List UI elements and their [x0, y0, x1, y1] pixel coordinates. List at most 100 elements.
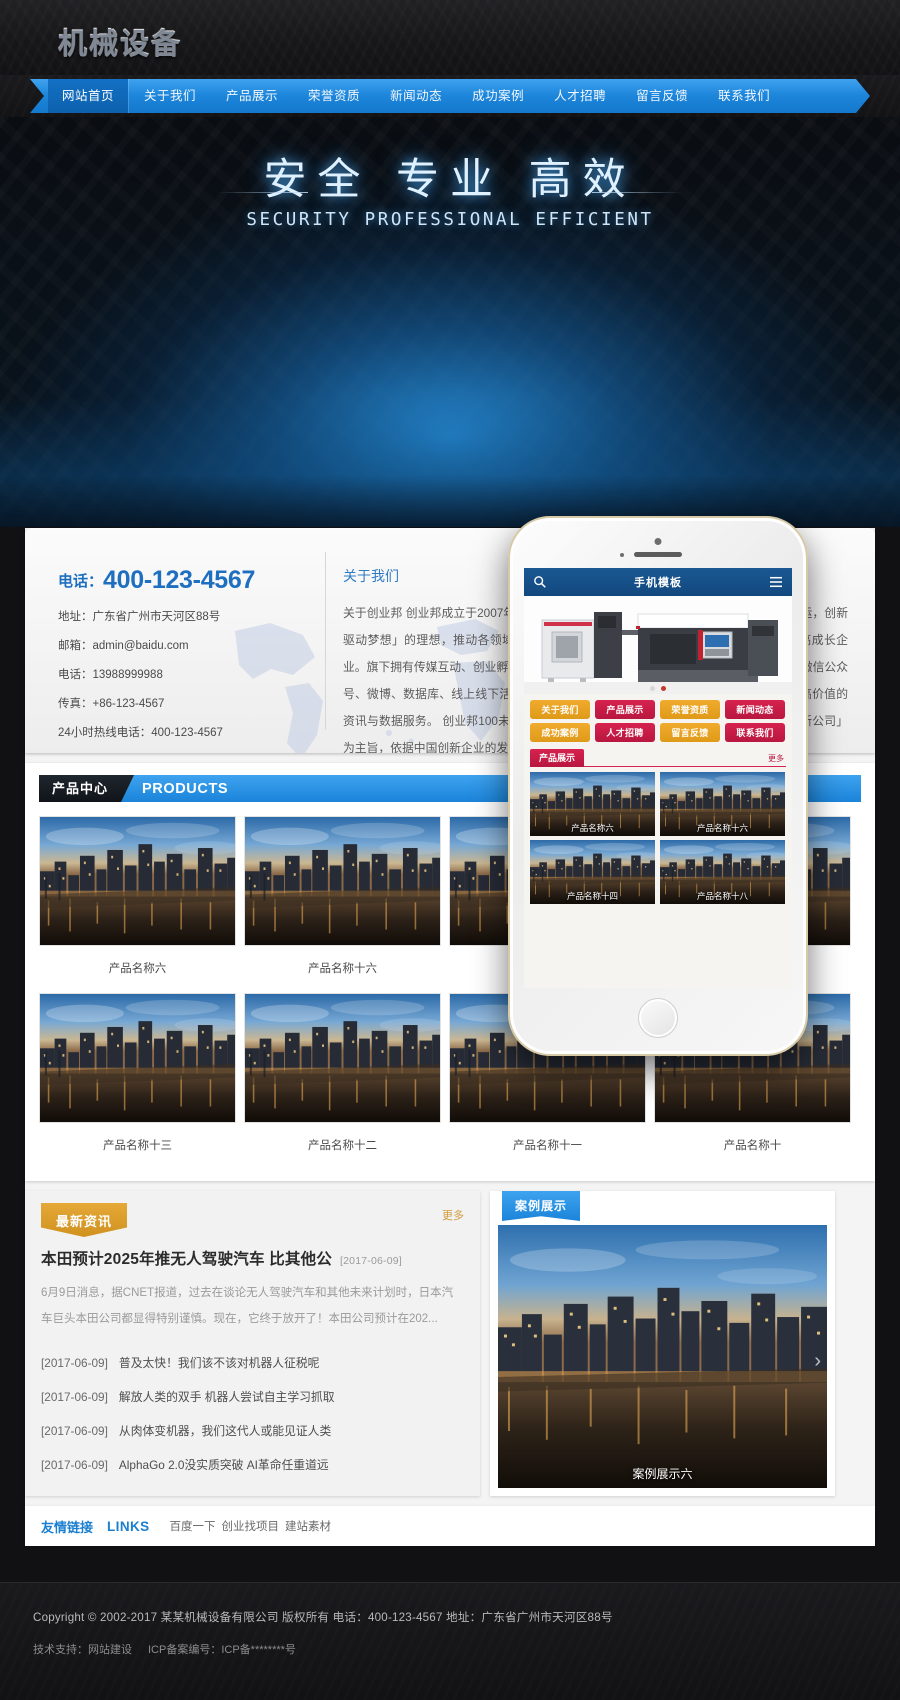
- hero-title-en: SECURITY PROFESSIONAL EFFICIENT: [246, 210, 654, 230]
- product-card[interactable]: 产品名称十六: [244, 816, 441, 986]
- news-featured[interactable]: 本田预计2025年推无人驾驶汽车 比其他公 [2017-06-09] 6月9日消息…: [41, 1247, 464, 1332]
- contact-phone-label: 电话：: [58, 573, 104, 590]
- panel-divider: [325, 552, 326, 730]
- links-items: 百度一下 创业找项目 建站素材: [164, 1517, 332, 1535]
- news-list-item[interactable]: [2017-06-09] AlphaGo 2.0没实质突破 AI革命任重道远: [41, 1448, 464, 1482]
- main-navigation: 网站首页 关于我们 产品展示 荣誉资质 新闻动态 成功案例 人才招聘 留言反馈 联系我们: [0, 75, 900, 117]
- case-tag: 案例展示: [502, 1191, 581, 1221]
- news-list: [2017-06-09] 普及太快！我们该不该对机器人征税呢 [2017-06-09…: [41, 1346, 464, 1482]
- site-header: 机械设备: [0, 0, 900, 75]
- product-name: 产品名称十一: [513, 1140, 582, 1152]
- product-name: 产品名称十: [723, 1140, 782, 1152]
- nav-item-8[interactable]: 留言反馈: [621, 79, 703, 113]
- news-more-link[interactable]: 更多: [442, 1207, 464, 1223]
- friendly-link-2[interactable]: 创业找项目: [222, 1521, 280, 1533]
- phone-product-item[interactable]: 产品名称十四: [530, 840, 655, 904]
- news-item-title[interactable]: AlphaGo 2.0没实质突破 AI革命任重道远: [119, 1458, 329, 1472]
- phone-header: 手机模板: [524, 568, 792, 596]
- phone-button-1[interactable]: 关于我们: [530, 700, 590, 719]
- news-list-item[interactable]: [2017-06-09] 解放人类的双手 机器人尝试自主学习抓取: [41, 1380, 464, 1414]
- nav-item-2[interactable]: 关于我们: [129, 79, 211, 113]
- products-title-cn: 产品中心: [39, 775, 134, 802]
- phone-carousel-dots[interactable]: [650, 686, 666, 691]
- phone-button-2[interactable]: 产品展示: [595, 700, 655, 719]
- phone-button-6[interactable]: 人才招聘: [595, 723, 655, 742]
- phone-section-more[interactable]: 更多: [768, 753, 786, 764]
- footer-support-label: 技术支持：: [33, 1644, 88, 1656]
- news-featured-title[interactable]: 本田预计2025年推无人驾驶汽车 比其他公: [41, 1251, 332, 1268]
- news-item-title[interactable]: 普及太快！我们该不该对机器人征税呢: [119, 1356, 320, 1370]
- nav-item-4[interactable]: 荣誉资质: [293, 79, 375, 113]
- news-featured-desc: 6月9日消息，据CNET报道，过去在谈论无人驾驶汽车和其他未来计划时，日本汽车巨…: [41, 1287, 454, 1325]
- hero-banner: 安全 专业 高效 SECURITY PROFESSIONAL EFFICIENT: [0, 117, 900, 527]
- phone-product-item[interactable]: 产品名称六: [530, 772, 655, 836]
- friendly-link-1[interactable]: 百度一下: [170, 1521, 216, 1533]
- phone-product-item[interactable]: 产品名称十八: [660, 840, 785, 904]
- carousel-dot[interactable]: [650, 686, 655, 691]
- product-card[interactable]: 产品名称十三: [39, 993, 236, 1163]
- contact-phone-line: 电话：400-123-4567: [58, 566, 313, 595]
- footer-support-link[interactable]: 网站建设: [88, 1644, 132, 1656]
- phone-quick-buttons: 关于我们 产品展示 荣誉资质 新闻动态成功案例 人才招聘 留言反馈 联系我们: [524, 694, 792, 746]
- city-photo-graphic: [245, 994, 440, 1122]
- contact-row-4: 传真：+86-123-4567: [58, 698, 165, 710]
- phone-title: 手机模板: [634, 577, 682, 589]
- news-featured-date: [2017-06-09]: [340, 1255, 402, 1267]
- nav-item-1[interactable]: 网站首页: [48, 79, 129, 113]
- links-title-cn: 友情链接: [41, 1519, 94, 1535]
- case-section: 案例展示 案例展示六 ›: [490, 1191, 835, 1496]
- news-item-date: [2017-06-09]: [41, 1424, 108, 1438]
- carousel-dot-active[interactable]: [661, 686, 666, 691]
- hero-text-block: 安全 专业 高效 SECURITY PROFESSIONAL EFFICIENT: [0, 145, 900, 230]
- contact-row-3: 电话：13988999988: [58, 669, 163, 681]
- phone-button-8[interactable]: 联系我们: [725, 723, 785, 742]
- menu-icon[interactable]: [768, 574, 784, 590]
- phone-home-button[interactable]: [638, 998, 678, 1038]
- product-thumbnail[interactable]: [39, 816, 236, 946]
- product-card[interactable]: 产品名称十二: [244, 993, 441, 1163]
- contact-phone-number[interactable]: 400-123-4567: [103, 566, 255, 594]
- nav-item-6[interactable]: 成功案例: [457, 79, 539, 113]
- phone-button-7[interactable]: 留言反馈: [660, 723, 720, 742]
- product-name: 产品名称十六: [308, 963, 377, 975]
- phone-section-bar: 产品展示 更多: [530, 749, 786, 767]
- phone-hero-banner[interactable]: [524, 596, 792, 694]
- phone-product-name: 产品名称十八: [696, 891, 748, 901]
- search-icon[interactable]: [532, 574, 548, 590]
- product-thumbnail[interactable]: [244, 816, 441, 946]
- news-item-title[interactable]: 解放人类的双手 机器人尝试自主学习抓取: [119, 1390, 335, 1404]
- product-name: 产品名称六: [108, 963, 167, 975]
- nav-item-5[interactable]: 新闻动态: [375, 79, 457, 113]
- product-thumbnail[interactable]: [39, 993, 236, 1123]
- news-section: 最新资讯 更多 本田预计2025年推无人驾驶汽车 比其他公 [2017-06-09…: [25, 1191, 480, 1496]
- product-name: 产品名称十三: [103, 1140, 172, 1152]
- hero-rule-right: [592, 192, 682, 193]
- phone-button-5[interactable]: 成功案例: [530, 723, 590, 742]
- product-thumbnail[interactable]: [244, 993, 441, 1123]
- links-title-en: LINKS: [107, 1518, 150, 1534]
- friendly-link-3[interactable]: 建站素材: [285, 1521, 331, 1533]
- news-item-title[interactable]: 从肉体变机器，我们这代人或能见证人类: [119, 1424, 331, 1438]
- contact-row-1: 地址：广东省广州市天河区88号: [58, 611, 221, 623]
- site-logo[interactable]: 机械设备: [58, 20, 182, 62]
- news-list-item[interactable]: [2017-06-09] 从肉体变机器，我们这代人或能见证人类: [41, 1414, 464, 1448]
- phone-button-4[interactable]: 新闻动态: [725, 700, 785, 719]
- nav-item-9[interactable]: 联系我们: [703, 79, 785, 113]
- phone-screen: 手机模板 关于我们 产品展示 荣誉资质 新闻动态 成功案例 人才招聘 留言反馈 …: [524, 568, 792, 988]
- nav-item-3[interactable]: 产品展示: [211, 79, 293, 113]
- product-name: 产品名称十二: [308, 1140, 377, 1152]
- case-next-arrow-icon[interactable]: ›: [814, 1350, 821, 1373]
- products-title-en: PRODUCTS: [142, 780, 229, 797]
- contact-row-2: 邮箱：admin@baidu.com: [58, 640, 189, 652]
- city-photo-graphic: [40, 817, 235, 945]
- phone-product-name: 产品名称十四: [566, 891, 618, 901]
- product-card[interactable]: 产品名称六: [39, 816, 236, 986]
- phone-button-3[interactable]: 荣誉资质: [660, 700, 720, 719]
- news-item-date: [2017-06-09]: [41, 1458, 108, 1472]
- nav-item-7[interactable]: 人才招聘: [539, 79, 621, 113]
- phone-product-name: 产品名称六: [571, 823, 614, 833]
- news-list-item[interactable]: [2017-06-09] 普及太快！我们该不该对机器人征税呢: [41, 1346, 464, 1380]
- contact-rows: 地址：广东省广州市天河区88号 邮箱：admin@baidu.com 电话：1398…: [58, 608, 313, 740]
- phone-product-item[interactable]: 产品名称十六: [660, 772, 785, 836]
- case-image[interactable]: [498, 1225, 827, 1488]
